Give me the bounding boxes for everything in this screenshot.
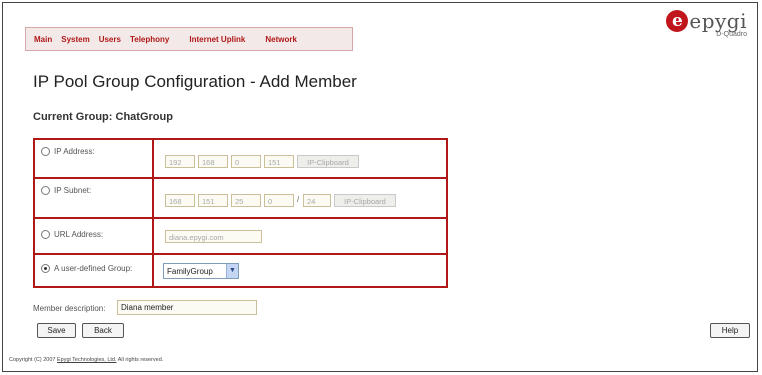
page-title: IP Pool Group Configuration - Add Member	[33, 72, 357, 91]
ip-subnet-octet-4[interactable]: 0	[264, 194, 294, 207]
chevron-down-icon[interactable]: ▼	[226, 264, 238, 278]
ip-address-radio[interactable]	[41, 147, 50, 156]
page: Main System Users Telephony Internet Upl…	[2, 2, 758, 372]
menu-system[interactable]: System	[61, 35, 89, 44]
user-group-select[interactable]: FamilyGroup ▼	[163, 263, 239, 279]
user-group-radio[interactable]	[41, 264, 50, 273]
user-group-selected-value: FamilyGroup	[167, 267, 213, 276]
ip-address-octet-2[interactable]: 168	[198, 155, 228, 168]
member-description-label: Member description:	[33, 304, 106, 313]
menu-internet-uplink[interactable]: Internet Uplink	[189, 35, 245, 44]
ip-address-label: IP Address:	[54, 147, 95, 156]
ip-address-octet-4[interactable]: 151	[264, 155, 294, 168]
footer-suffix: All rights reserved.	[116, 357, 164, 363]
ip-subnet-octet-1[interactable]: 168	[165, 194, 195, 207]
logo-text: epygi	[689, 9, 747, 33]
ip-address-octet-1[interactable]: 192	[165, 155, 195, 168]
user-group-row: A user-defined Group: FamilyGroup ▼	[35, 255, 446, 286]
ip-address-octet-3[interactable]: 0	[231, 155, 261, 168]
ip-address-clipboard-button[interactable]: IP-Clipboard	[297, 155, 359, 168]
current-group-label: Current Group: ChatGroup	[33, 111, 173, 123]
url-address-row: URL Address: diana.epygi.com	[35, 219, 446, 255]
user-group-label: A user-defined Group:	[54, 264, 133, 273]
member-description-input[interactable]: Diana member	[117, 300, 257, 315]
logo: e epygi D-Quadro	[666, 9, 747, 38]
top-menu: Main System Users Telephony Internet Upl…	[25, 27, 353, 51]
ip-subnet-radio[interactable]	[41, 186, 50, 195]
menu-users[interactable]: Users	[99, 35, 121, 44]
ip-subnet-clipboard-button[interactable]: IP-Clipboard	[334, 194, 396, 207]
subnet-separator: /	[297, 195, 300, 204]
ip-subnet-octet-3[interactable]: 25	[231, 194, 261, 207]
back-button[interactable]: Back	[82, 323, 124, 338]
ip-subnet-row: IP Subnet: 168 151 25 0 / 24 IP-Clipboar…	[35, 179, 446, 219]
url-address-input[interactable]: diana.epygi.com	[165, 230, 262, 243]
url-address-label: URL Address:	[54, 230, 104, 239]
help-button[interactable]: Help	[710, 323, 750, 338]
logo-e-icon: e	[666, 10, 689, 32]
ip-subnet-label: IP Subnet:	[54, 186, 92, 195]
url-address-radio[interactable]	[41, 230, 50, 239]
copyright-footer: Copyright (C) 2007 Epygi Technologies, L…	[9, 357, 163, 363]
footer-prefix: Copyright (C) 2007	[9, 357, 57, 363]
footer-company-link[interactable]: Epygi Technologies, Ltd.	[57, 357, 117, 363]
save-button[interactable]: Save	[37, 323, 76, 338]
menu-main[interactable]: Main	[34, 35, 52, 44]
ip-subnet-mask[interactable]: 24	[303, 194, 331, 207]
ip-address-row: IP Address: 192 168 0 151 IP-Clipboard	[35, 140, 446, 179]
ip-subnet-octet-2[interactable]: 151	[198, 194, 228, 207]
menu-network[interactable]: Network	[265, 35, 297, 44]
menu-telephony[interactable]: Telephony	[130, 35, 169, 44]
member-type-table: IP Address: 192 168 0 151 IP-Clipboard I…	[33, 138, 448, 288]
